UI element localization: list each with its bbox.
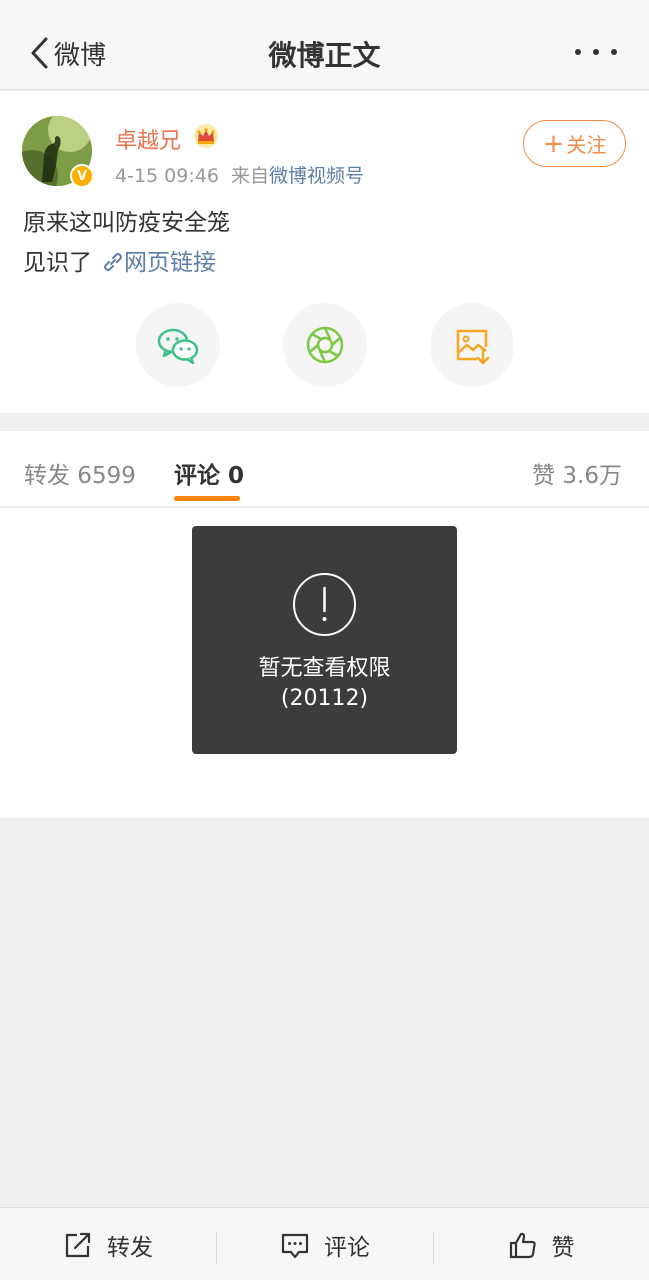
follow-label: 关注: [566, 133, 607, 157]
post-source[interactable]: 微博视频号: [269, 165, 364, 187]
tab-likes[interactable]: 赞 3.6万: [532, 456, 622, 490]
wechat-icon: [157, 328, 199, 365]
crown-icon: [194, 124, 218, 148]
top-navigation-bar: 微博 微博正文: [0, 0, 649, 90]
source-prefix: 来自: [231, 165, 270, 187]
page-title: 微博正文: [268, 39, 381, 72]
repost-icon: [65, 1232, 91, 1257]
moments-icon: [306, 326, 344, 364]
plus-icon: +: [542, 128, 565, 159]
web-link[interactable]: 网页链接: [92, 250, 216, 276]
post-text-line-2: 见识了 网页链接: [23, 243, 230, 283]
web-link-label: 网页链接: [124, 250, 216, 276]
interaction-tabs: 转发 6599 评论 0 赞 3.6万: [0, 431, 649, 507]
post-meta: 4-15 09:46 来自微博视频号: [115, 161, 364, 188]
like-label: 赞: [551, 1234, 575, 1261]
tab-repost[interactable]: 转发 6599: [24, 456, 136, 490]
more-dot-icon: [575, 49, 581, 55]
post-time: 4-15 09:46: [115, 165, 219, 187]
comment-label: 评论: [324, 1234, 370, 1261]
toast-message: 暂无查看权限 (20112): [192, 654, 457, 714]
save-image-icon: [456, 329, 490, 365]
username[interactable]: 卓越兄: [115, 123, 181, 155]
more-options-button[interactable]: [575, 44, 617, 60]
post-text: 见识了: [23, 250, 92, 276]
more-dot-icon: [611, 49, 617, 55]
like-button[interactable]: 赞: [433, 1208, 649, 1280]
share-moments-button[interactable]: [283, 303, 367, 387]
exclamation-icon: [293, 573, 356, 636]
save-image-button[interactable]: [430, 303, 514, 387]
comment-button[interactable]: 评论: [217, 1208, 433, 1280]
toast-error-code: (20112): [280, 686, 369, 711]
post-card: V 卓越兄 4-15 09:46 来自微博视频号 + 关注 原来这叫防疫安全笼 …: [0, 91, 649, 413]
comment-icon: [281, 1233, 309, 1258]
permission-toast: 暂无查看权限 (20112): [192, 526, 457, 754]
share-wechat-button[interactable]: [136, 303, 220, 387]
verified-badge: V: [70, 164, 94, 188]
thumbs-up-icon: [509, 1232, 536, 1258]
toast-message-text: 暂无查看权限: [258, 656, 391, 681]
repost-button[interactable]: 转发: [0, 1208, 216, 1280]
repost-label: 转发: [107, 1234, 153, 1261]
post-content: 原来这叫防疫安全笼 见识了 网页链接: [23, 203, 230, 283]
tab-comments[interactable]: 评论 0: [174, 456, 244, 490]
link-icon: [104, 253, 122, 271]
post-text-line: 原来这叫防疫安全笼: [23, 210, 230, 236]
follow-button[interactable]: + 关注: [523, 120, 626, 167]
bottom-action-bar: 转发 评论 赞: [0, 1207, 649, 1280]
active-tab-indicator: [174, 496, 240, 501]
more-dot-icon: [593, 49, 599, 55]
